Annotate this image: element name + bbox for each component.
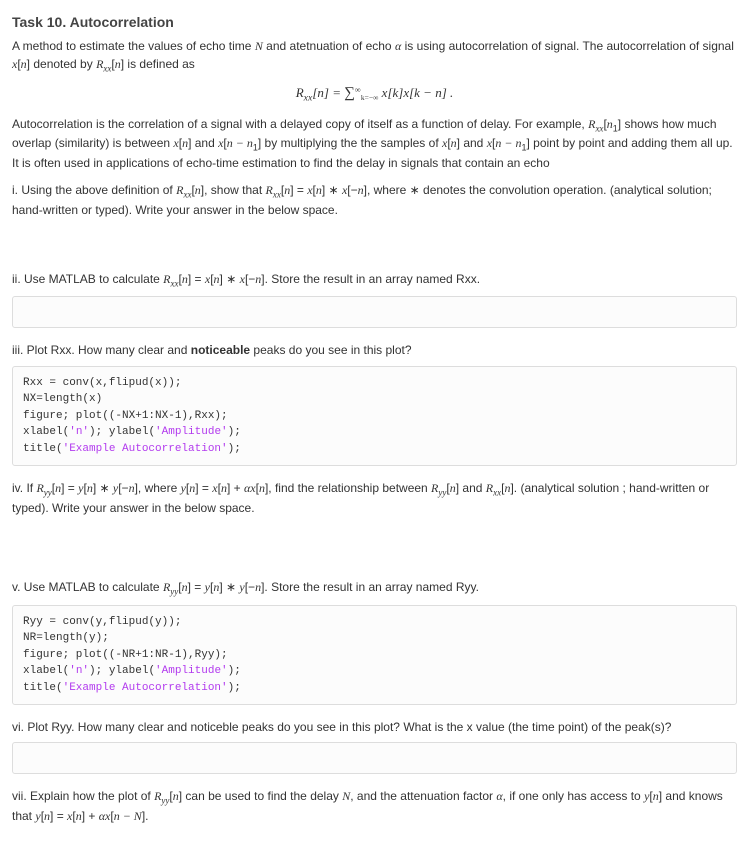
question-i: i. Using the above definition of Rxx[n],… [12, 182, 737, 219]
code-input-vi[interactable] [12, 742, 737, 774]
question-vii: vii. Explain how the plot of Ryy[n] can … [12, 788, 737, 825]
code-text-iii: Rxx = conv(x,flipud(x)); NX=length(x) fi… [23, 375, 726, 458]
answer-space-iv[interactable] [12, 521, 737, 565]
explanation-paragraph: Autocorrelation is the correlation of a … [12, 116, 737, 172]
intro-paragraph: A method to estimate the values of echo … [12, 38, 737, 75]
code-input-ii[interactable] [12, 296, 737, 328]
question-vi: vi. Plot Ryy. How many clear and noticeb… [12, 719, 737, 736]
task-title: Task 10. Autocorrelation [12, 12, 737, 32]
question-iv: iv. If Ryy[n] = y[n] ∗ y[−n], where y[n]… [12, 480, 737, 517]
answer-space-i[interactable] [12, 223, 737, 257]
question-iii: iii. Plot Rxx. How many clear and notice… [12, 342, 737, 359]
code-block-iii: Rxx = conv(x,flipud(x)); NX=length(x) fi… [12, 366, 737, 467]
code-block-v: Ryy = conv(y,flipud(y)); NR=length(y); f… [12, 605, 737, 706]
question-ii: ii. Use MATLAB to calculate Rxx[n] = x[n… [12, 271, 737, 290]
question-v: v. Use MATLAB to calculate Ryy[n] = y[n]… [12, 579, 737, 598]
code-text-v: Ryy = conv(y,flipud(y)); NR=length(y); f… [23, 614, 726, 697]
formula-definition: Rxx[n] = ∑∞k=−∞ x[k]x[k − n] . [12, 83, 737, 106]
